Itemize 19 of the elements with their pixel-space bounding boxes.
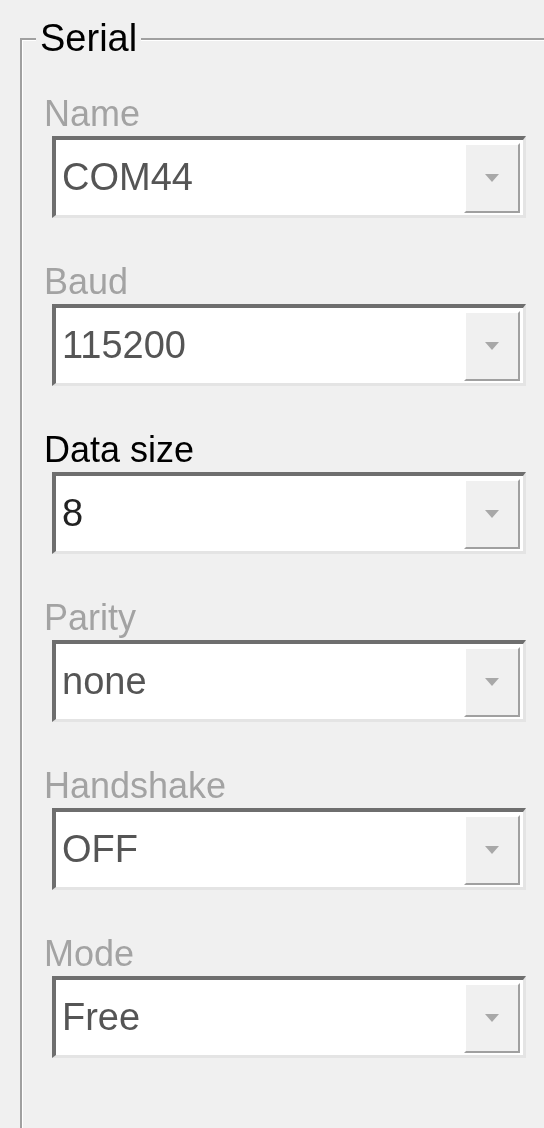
dropdown-button[interactable]	[464, 814, 520, 885]
field-label: Mode	[44, 934, 135, 974]
dropdown-button[interactable]	[464, 478, 520, 549]
caret-icon	[485, 509, 499, 518]
caret-icon	[485, 1013, 499, 1022]
dropdown-button[interactable]	[464, 646, 520, 717]
caret-icon	[485, 845, 499, 854]
combo-box[interactable]: 8	[52, 472, 526, 554]
dropdown-button[interactable]	[464, 142, 520, 213]
field-label: Parity	[44, 598, 137, 638]
dropdown-button[interactable]	[464, 310, 520, 381]
caret-icon	[485, 173, 499, 182]
caret-icon	[485, 341, 499, 350]
field-label: Data size	[44, 430, 195, 470]
caret-icon	[485, 677, 499, 686]
dropdown-button[interactable]	[464, 982, 520, 1053]
field-label: Name	[44, 94, 141, 134]
field-label: Handshake	[44, 766, 227, 806]
field-label: Baud	[44, 262, 129, 302]
